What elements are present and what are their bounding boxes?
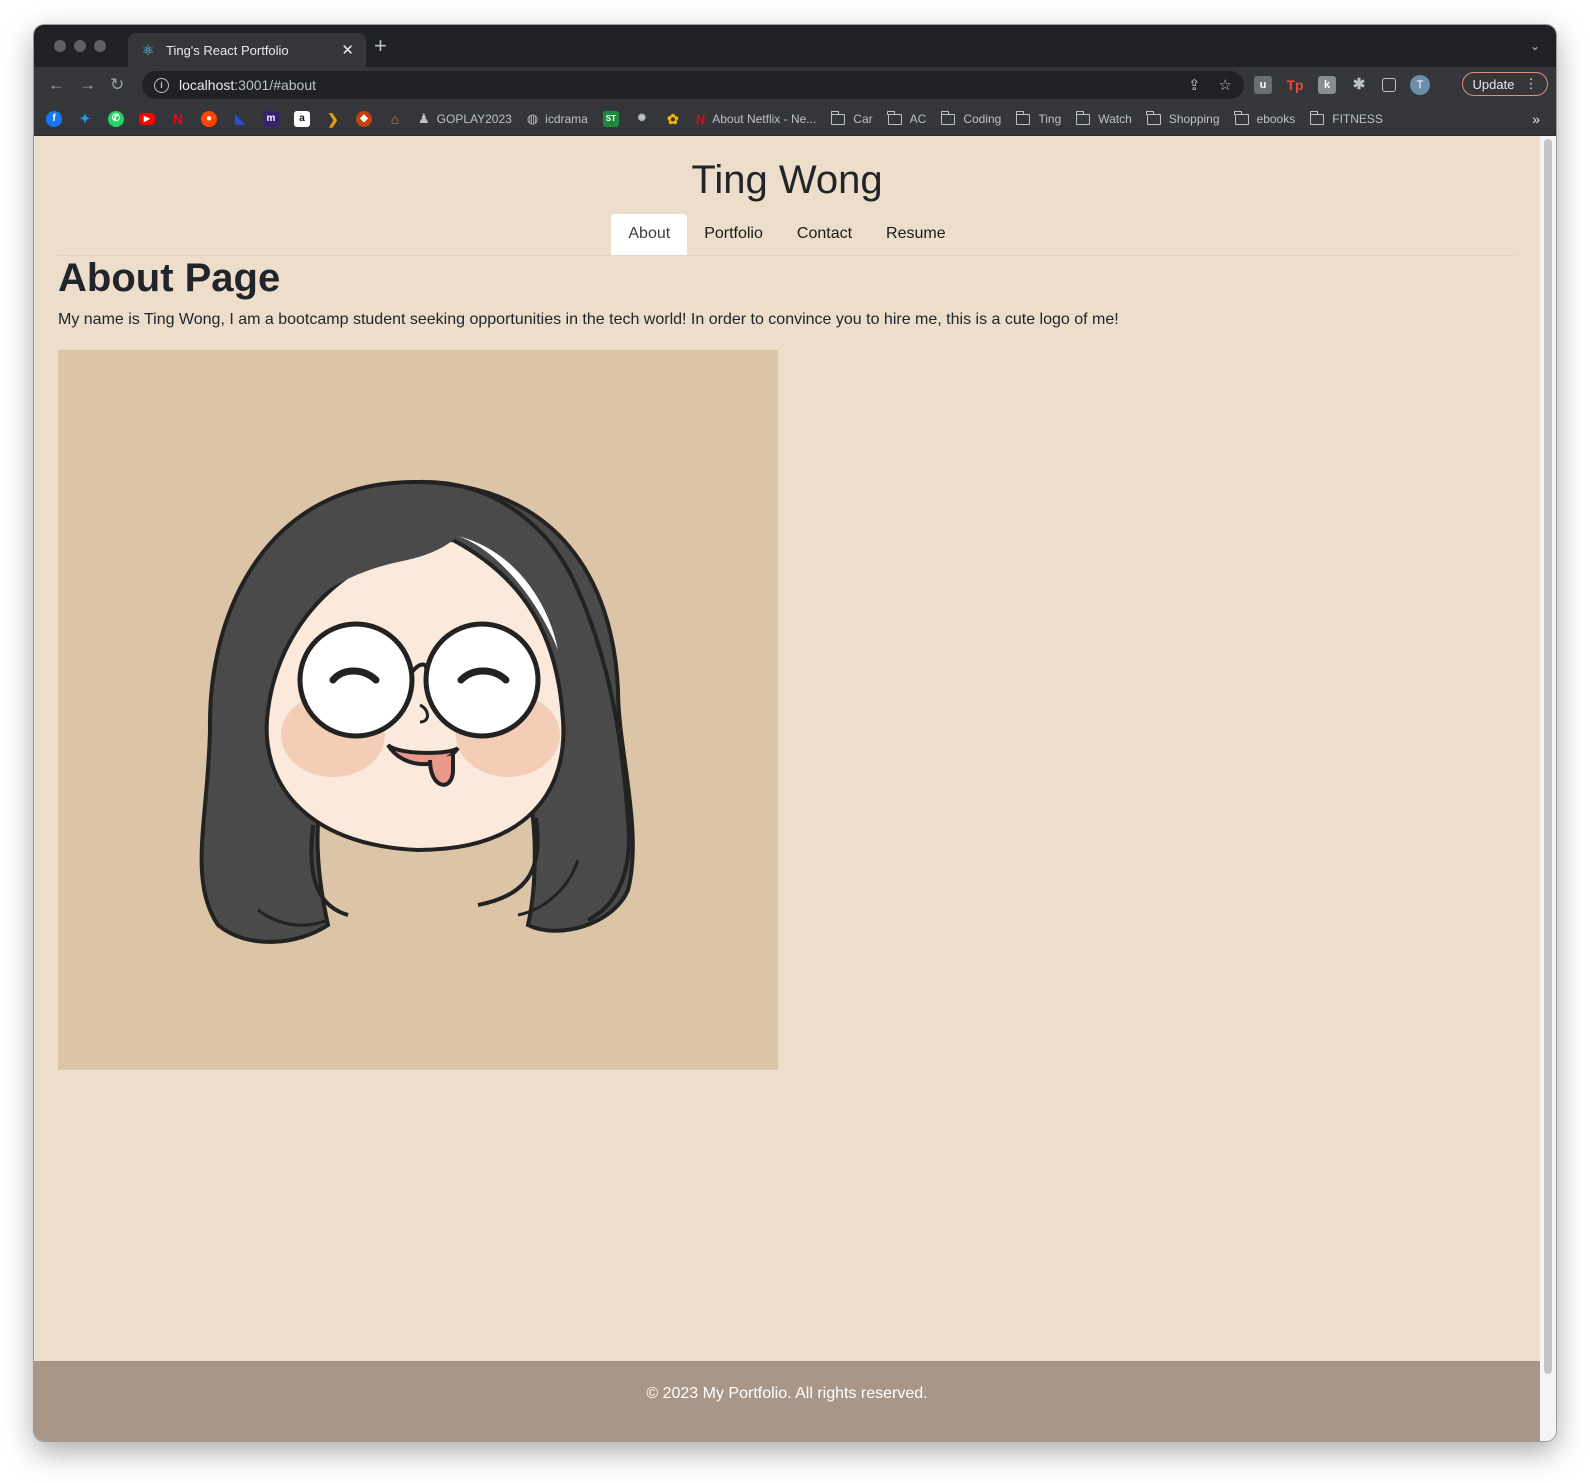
extension-icon[interactable]: k (1318, 76, 1336, 94)
plex-icon[interactable]: ❯ (325, 111, 341, 127)
close-window-button[interactable] (54, 40, 66, 52)
forward-arrow-icon[interactable]: → (79, 75, 96, 95)
avatar-logo-image (58, 350, 778, 1070)
more-bookmarks-icon[interactable]: » (1532, 111, 1540, 127)
folder-icon (1234, 110, 1249, 125)
folder-icon (940, 110, 956, 125)
folder-ting[interactable]: Ting (1015, 110, 1062, 126)
react-icon: ⚛ (141, 42, 155, 58)
nav-resume[interactable]: Resume (869, 214, 963, 255)
youtube-icon[interactable]: ▶ (139, 113, 155, 125)
site-info-icon[interactable]: i (154, 77, 169, 93)
globe-icon: ◍ (526, 111, 539, 126)
folder-icon (887, 110, 902, 125)
scrollbar-thumb[interactable] (1544, 139, 1552, 1374)
bookmark-netflix-about[interactable]: N About Netflix - Ne... (696, 112, 816, 127)
folder-label: Watch (1098, 112, 1132, 126)
folder-label: Shopping (1168, 112, 1220, 126)
bookmark-label: GOPLAY2023 (436, 112, 512, 126)
folder-label: AC (909, 112, 927, 126)
nav-portfolio[interactable]: Portfolio (687, 214, 780, 255)
folder-icon (1146, 110, 1161, 125)
cartoon-avatar-illustration (199, 479, 635, 944)
shop-site-icon[interactable]: ⌂ (387, 111, 403, 127)
minimize-window-button[interactable] (74, 40, 86, 52)
maximize-window-button[interactable] (94, 40, 106, 52)
extensions-area: u Tp k ✱ T (1254, 75, 1430, 95)
bee-site-icon[interactable]: ✺ (634, 111, 650, 127)
bookmark-star-icon[interactable]: ☆ (1219, 76, 1232, 94)
tab-title: Ting's React Portfolio (166, 42, 289, 58)
bookmarks-bar: f ✦ ✆ ▶ N ● ◣ m a ❯ ◆ ⌂ ♟ GOPLAY2023 ◍ icd… (34, 103, 1556, 136)
tab-search-chevron-icon[interactable]: ⌄ (1530, 39, 1540, 53)
site-footer: © 2023 My Portfolio. All rights reserved… (34, 1361, 1540, 1441)
facebook-icon[interactable]: f (46, 111, 62, 127)
bookmark-icdrama[interactable]: ◍ icdrama (527, 111, 588, 127)
bookmark-label: icdrama (545, 112, 588, 126)
folder-watch[interactable]: Watch (1075, 110, 1132, 126)
site-title: Ting Wong (691, 158, 883, 202)
folder-fitness[interactable]: FITNESS (1309, 110, 1383, 126)
folder-ac[interactable]: AC (887, 110, 927, 126)
netflix-icon: N (695, 111, 706, 127)
folder-label: ebooks (1256, 112, 1296, 126)
update-button[interactable]: Update ⋮ (1462, 72, 1548, 96)
puzzle-extensions-icon[interactable]: ✱ (1350, 76, 1368, 94)
side-panel-icon[interactable] (1382, 78, 1396, 92)
url-path: :3001/#about (234, 77, 317, 93)
bookmark-site-icon[interactable]: ◣ (232, 111, 248, 127)
reload-icon[interactable]: ↻ (110, 75, 124, 95)
tp-extension-icon[interactable]: Tp (1286, 76, 1304, 94)
folder-icon (1015, 110, 1031, 125)
page-title: About Page (58, 256, 281, 300)
folder-icon (1309, 110, 1325, 125)
bookmark-label: About Netflix - Ne... (712, 112, 817, 126)
address-bar[interactable]: i localhost:3001/#about ⇪ ☆ (142, 71, 1244, 99)
window-controls (54, 40, 106, 52)
url-host: localhost (179, 77, 235, 93)
nav-contact[interactable]: Contact (780, 214, 869, 255)
st-site-icon[interactable]: ST (602, 111, 619, 127)
nav-about[interactable]: About (611, 214, 688, 255)
folder-label: Coding (963, 112, 1002, 126)
goplay-icon: ♟ (418, 111, 430, 126)
twitter-icon[interactable]: ✦ (77, 111, 93, 127)
folder-icon (830, 110, 846, 125)
browser-toolbar: ← → ↻ i localhost:3001/#about ⇪ ☆ u Tp k… (34, 67, 1556, 103)
close-tab-icon[interactable]: ✕ (341, 41, 354, 59)
url-text: localhost:3001/#about (179, 77, 316, 93)
update-label: Update (1472, 76, 1515, 92)
about-text: My name is Ting Wong, I am a bootcamp st… (58, 311, 1119, 328)
browser-tab[interactable]: ⚛ Ting's React Portfolio ✕ (128, 33, 366, 67)
new-tab-button[interactable]: + (374, 35, 387, 57)
folder-label: Car (853, 112, 873, 126)
folder-icon (1075, 110, 1091, 125)
reddit-icon[interactable]: ● (201, 111, 217, 127)
more-menu-icon[interactable]: ⋮ (1524, 76, 1537, 92)
profile-avatar[interactable]: T (1410, 75, 1430, 95)
folder-coding[interactable]: Coding (940, 110, 1002, 126)
tab-strip: ⚛ Ting's React Portfolio ✕ + ⌄ (34, 25, 1556, 67)
game-site-icon[interactable]: ◆ (356, 111, 372, 127)
amazon-icon[interactable]: a (294, 111, 310, 127)
site-nav: About Portfolio Contact Resume (58, 214, 1516, 256)
google-photos-icon[interactable]: ✿ (665, 111, 681, 127)
vertical-scrollbar[interactable] (1540, 136, 1556, 1441)
page-viewport: Ting Wong About Portfolio Contact Resume… (34, 136, 1540, 1441)
back-arrow-icon[interactable]: ← (48, 75, 65, 95)
folder-label: Ting (1038, 112, 1062, 126)
browser-window: ⚛ Ting's React Portfolio ✕ + ⌄ ← → ↻ i l… (34, 25, 1556, 1441)
share-icon[interactable]: ⇪ (1188, 76, 1201, 94)
netflix-icon[interactable]: N (170, 111, 186, 127)
folder-shopping[interactable]: Shopping (1146, 110, 1220, 126)
folder-label: FITNESS (1332, 112, 1383, 126)
footer-text: © 2023 My Portfolio. All rights reserved… (646, 1385, 928, 1402)
m-site-icon[interactable]: m (263, 111, 279, 127)
folder-ebooks[interactable]: ebooks (1234, 110, 1296, 126)
bookmark-goplay[interactable]: ♟ GOPLAY2023 (418, 111, 512, 127)
ublock-extension-icon[interactable]: u (1254, 76, 1272, 94)
folder-car[interactable]: Car (830, 110, 873, 126)
whatsapp-icon[interactable]: ✆ (108, 111, 124, 127)
